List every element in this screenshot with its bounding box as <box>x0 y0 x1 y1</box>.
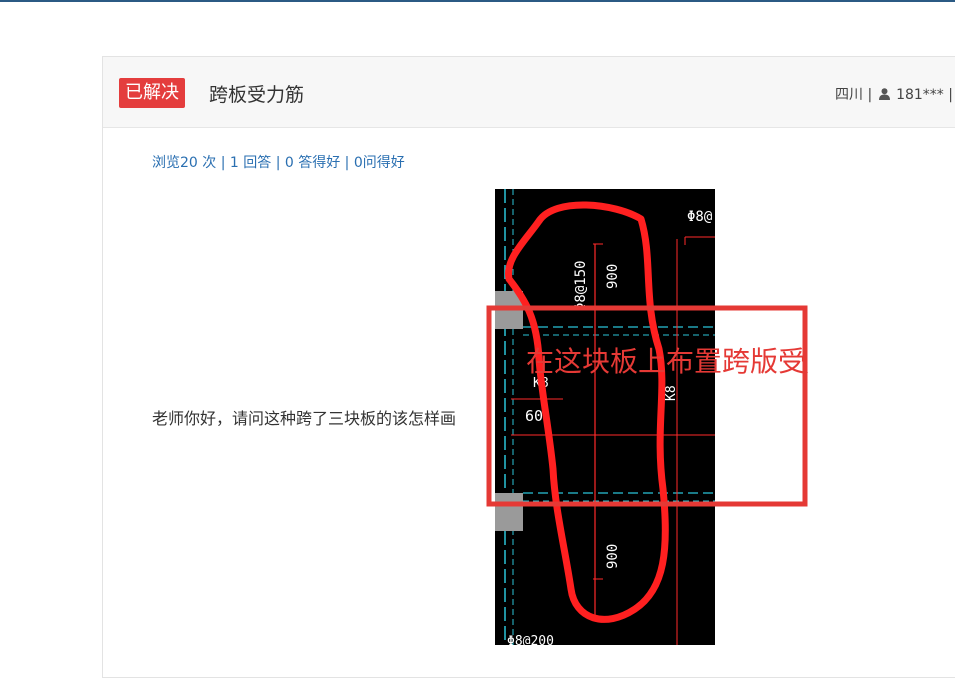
good-questions-count[interactable]: 0问得好 <box>354 155 405 171</box>
question-body-text: 老师你好，请问这种跨了三块板的该怎样画 <box>152 409 457 428</box>
cad-label-rebar: Φ8@150 <box>573 260 589 311</box>
meta-trailing: | 2 <box>948 87 955 103</box>
answers-count[interactable]: 1 回答 <box>230 155 271 171</box>
solved-badge: 已解决 <box>119 78 185 108</box>
cad-label-dim-bottom: 900 <box>605 544 621 569</box>
views-count: 浏览20 次 <box>152 155 217 171</box>
question-stats: 浏览20 次 | 1 回答 | 0 答得好 | 0问得好 <box>152 152 405 172</box>
location-text: 四川 | <box>835 87 873 103</box>
user-icon <box>878 88 890 100</box>
stats-separator: | <box>271 155 285 171</box>
cad-label-bottom: Φ8@200 <box>507 634 554 645</box>
question-header: 已解决 跨板受力筋 四川 | 181*** | 2 <box>103 57 955 128</box>
question-card: 已解决 跨板受力筋 四川 | 181*** | 2 浏览20 次 | 1 回答 … <box>102 56 955 678</box>
cad-label-dim-top: 900 <box>605 264 621 289</box>
user-name[interactable]: 181*** <box>896 87 944 103</box>
good-answers-count[interactable]: 0 答得好 <box>285 155 340 171</box>
question-title[interactable]: 跨板受力筋 <box>209 80 304 107</box>
annotation-overlay: 在这块板上布置跨版受力筋 <box>486 305 808 507</box>
stats-separator: | <box>340 155 354 171</box>
annotation-text: 在这块板上布置跨版受力筋 <box>526 345 808 378</box>
top-border <box>0 0 955 2</box>
cad-label-top-right: Φ8@ <box>687 209 713 225</box>
stats-separator: | <box>216 155 230 171</box>
question-meta: 四川 | 181*** | 2 <box>835 84 955 104</box>
